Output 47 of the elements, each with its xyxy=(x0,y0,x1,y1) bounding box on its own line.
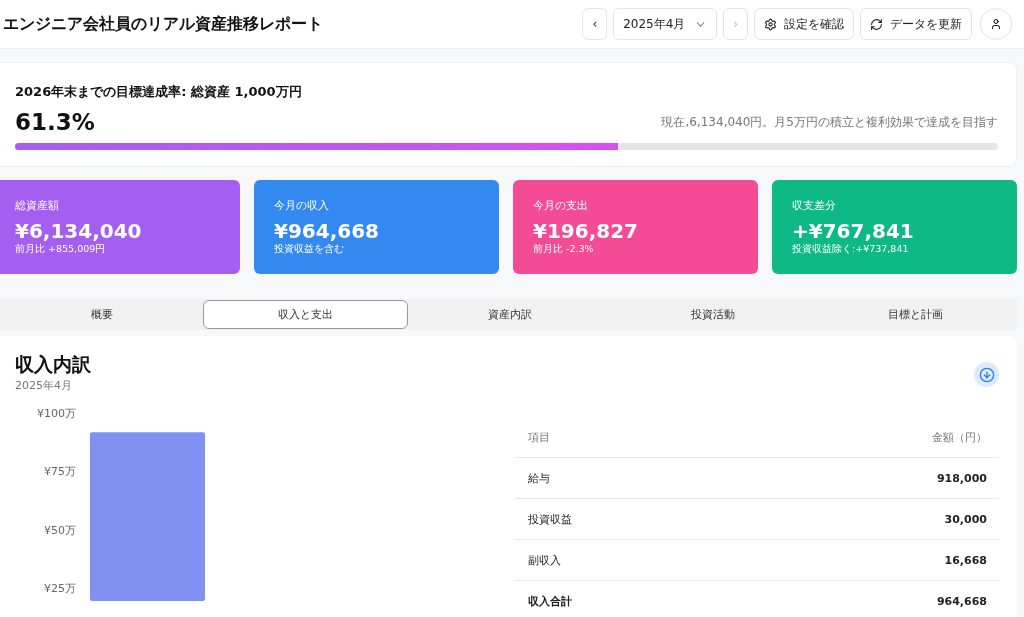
stat-note: 投資収益を含む xyxy=(274,243,345,256)
tab[interactable]: 収入と支出 xyxy=(203,300,408,329)
column-header: 金額（円） xyxy=(932,429,987,445)
stat-note: 投資収益除く:+¥737,841 xyxy=(792,243,910,256)
month-select[interactable]: 2025年4月 xyxy=(613,8,718,40)
tab[interactable]: 概要 xyxy=(0,300,203,329)
goal-title: 2026年末までの目標達成率: 総資産 1,000万円 xyxy=(15,83,303,101)
panel-subtitle: 2025年4月 xyxy=(15,378,73,393)
download-icon xyxy=(978,366,995,383)
column-header: 項目 xyxy=(528,429,550,445)
stat-value: ¥964,668 xyxy=(274,219,380,243)
panel-title: 収入内訳 xyxy=(15,352,91,377)
stat-note: 前月比 -2.3% xyxy=(533,243,595,256)
amount-cell: 964,668 xyxy=(936,594,987,608)
item-cell: 収入合計 xyxy=(528,593,572,609)
amount-cell: 918,000 xyxy=(936,471,987,485)
refresh-button[interactable]: データを更新 xyxy=(860,8,972,40)
tab[interactable]: 投資活動 xyxy=(611,300,814,329)
axis-label: ¥25万 xyxy=(44,582,76,596)
stat-value: ¥6,134,040 xyxy=(15,219,143,243)
stat-label: 今月の支出 xyxy=(533,198,589,213)
goal-note: 現在,6,134,040円。月5万円の積立と複利効果で達成を目指す xyxy=(661,114,998,131)
previous-month-button[interactable]: ‹ xyxy=(582,8,608,40)
user-button[interactable] xyxy=(980,8,1012,40)
download-button[interactable] xyxy=(974,362,999,387)
page-title: エンジニア会社員のリアル資産推移レポート xyxy=(3,13,324,35)
settings-button[interactable]: 設定を確認 xyxy=(754,8,854,40)
item-cell: 投資収益 xyxy=(528,511,572,527)
tab[interactable]: 目標と計画 xyxy=(814,300,1017,329)
amount-cell: 30,000 xyxy=(944,512,987,526)
stat-value: ¥196,827 xyxy=(533,219,639,243)
refresh-icon xyxy=(870,17,883,31)
stat-label: 今月の収入 xyxy=(274,198,330,213)
goal-percent: 61.3% xyxy=(15,109,95,135)
gear-icon xyxy=(764,17,777,31)
axis-label: ¥100万 xyxy=(37,407,76,420)
stat-label: 収支差分 xyxy=(792,198,837,213)
stat-label: 総資産額 xyxy=(15,198,60,213)
amount-cell: 16,668 xyxy=(944,553,987,567)
axis-label: ¥50万 xyxy=(44,523,76,537)
item-cell: 給与 xyxy=(528,470,550,486)
tab[interactable]: 資産内訳 xyxy=(408,300,611,329)
axis-label: ¥75万 xyxy=(44,465,76,479)
stat-note: 前月比 +855,009円 xyxy=(15,243,107,256)
stat-value: +¥767,841 xyxy=(792,219,915,243)
user-icon xyxy=(990,18,1002,30)
item-cell: 副収入 xyxy=(528,552,561,568)
